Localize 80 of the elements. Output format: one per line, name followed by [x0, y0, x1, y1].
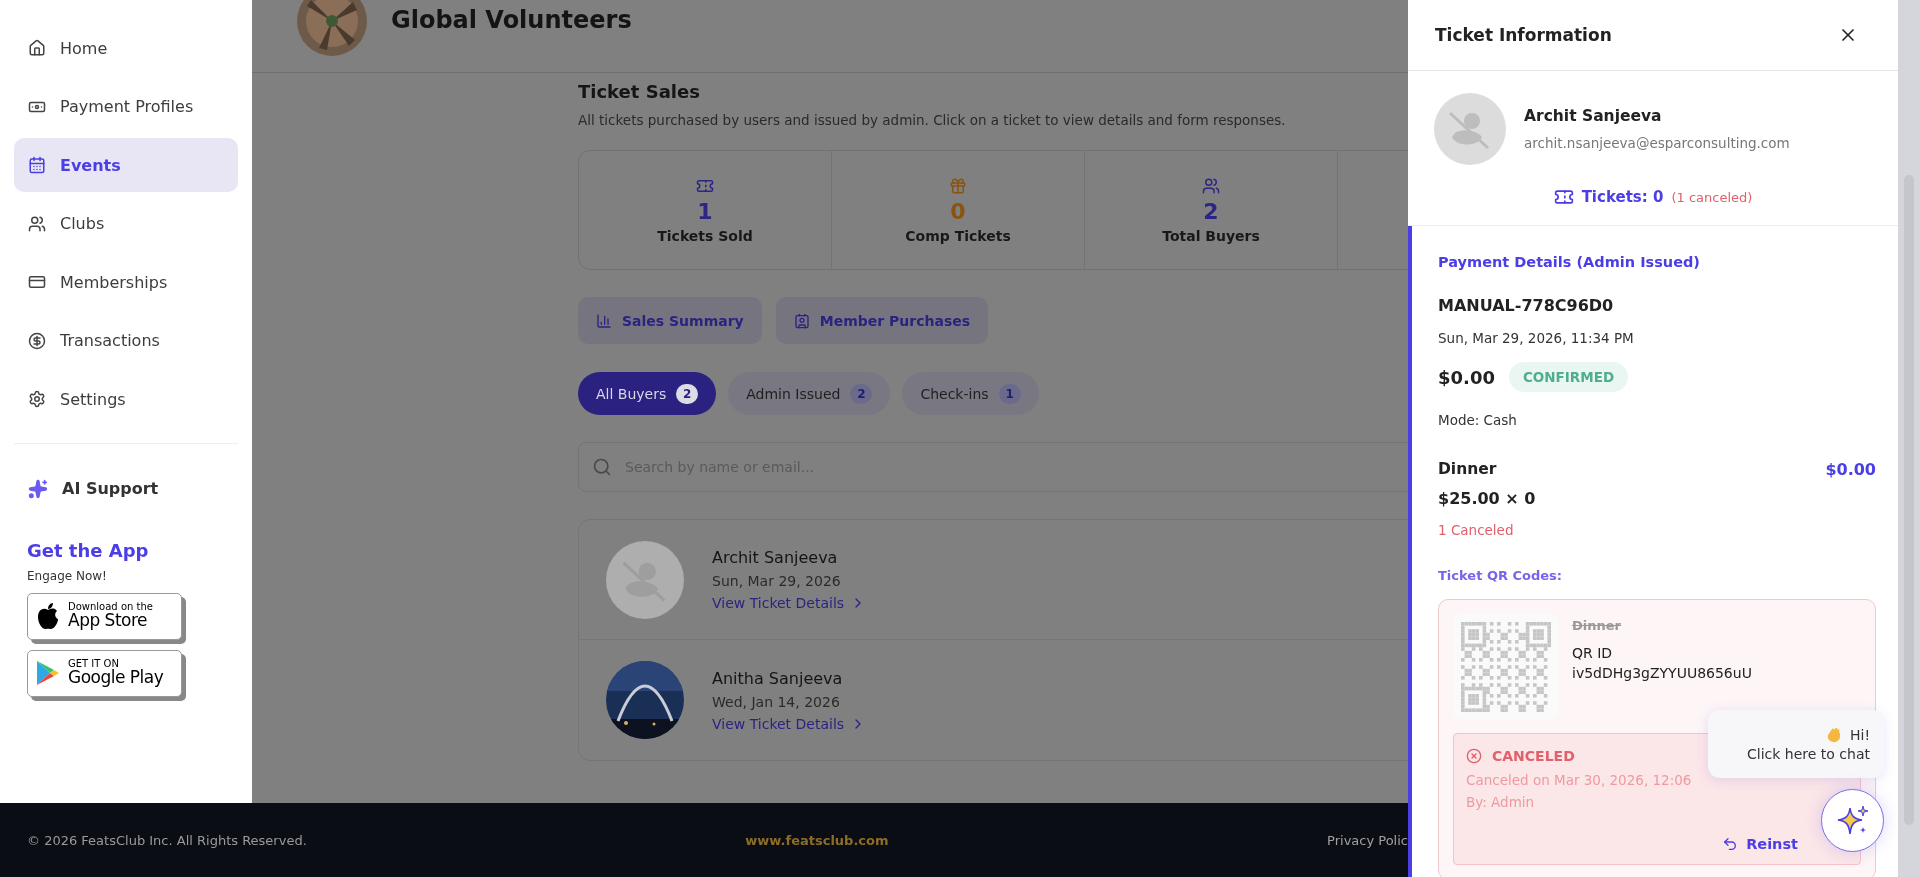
nav-item[interactable]: Settings — [14, 372, 238, 426]
drawer-title: Ticket Information — [1435, 25, 1612, 45]
app-promo-subtitle: Engage Now! — [27, 568, 108, 583]
calendar-icon — [28, 156, 46, 174]
dollar-icon — [28, 331, 46, 350]
search-icon — [592, 457, 612, 477]
app-promo-title: Get the App — [27, 539, 150, 561]
section-description: All tickets purchased by users and issued by admin. Click on a ticket to view details and form responses. — [578, 112, 1287, 128]
payment-heading: Payment Details (Admin Issued) — [1438, 254, 1701, 270]
qr-item-name: Dinner — [1572, 618, 1622, 633]
copyright-text: © 2026 FeatsClub Inc. All Rights Reserved. — [27, 832, 307, 848]
people-icon — [1202, 176, 1220, 195]
status-badge: CONFIRMED — [1508, 362, 1629, 392]
stat-label: Total Buyers — [1162, 227, 1260, 244]
stat-label: Comp Tickets — [905, 227, 1011, 244]
qr-heading: Ticket QR Codes: — [1438, 568, 1563, 583]
payment-amount: $0.00 — [1438, 366, 1495, 388]
buyer-name: Anitha Sanjeeva — [712, 668, 844, 688]
store-badge-caption: Download on the — [68, 601, 153, 613]
nav-item[interactable]: Payment Profiles — [14, 79, 238, 134]
club-title: Global Volunteers — [391, 5, 632, 34]
people-icon — [28, 214, 46, 233]
user-name: Archit Sanjeeva — [1524, 107, 1663, 125]
qr-id-label: QR ID — [1572, 645, 1614, 661]
settings-icon — [28, 390, 46, 408]
play-triangle-icon — [36, 660, 60, 686]
stat-value: 0 — [950, 198, 966, 224]
payment-mode: Mode: Cash — [1438, 412, 1518, 428]
chat-greeting: Hi! — [1849, 727, 1870, 743]
canceled-title: CANCELED — [1492, 748, 1575, 764]
bar-chart-icon — [596, 312, 612, 329]
return-arrow-icon — [1722, 836, 1739, 852]
filter-tab[interactable]: Check-ins 1 — [902, 372, 1039, 415]
ai-support-item[interactable]: AI Support — [14, 461, 238, 516]
nav-item[interactable]: Memberships — [14, 255, 238, 309]
reinstate-button[interactable]: Reinst — [1722, 836, 1798, 852]
store-badge-name: App Store — [68, 612, 149, 631]
tickets-count: Tickets: 0 — [1581, 188, 1664, 206]
buyer-date: Sun, Mar 29, 2026 — [712, 573, 842, 589]
item-name: Dinner — [1438, 460, 1497, 479]
apple-icon — [36, 602, 60, 630]
count-badge: 2 — [676, 383, 699, 404]
home-icon — [28, 39, 46, 57]
item-canceled-note: 1 Canceled — [1438, 522, 1515, 538]
privacy-link[interactable]: Privacy Polic — [1327, 832, 1408, 848]
filter-tab[interactable]: All Buyers 2 — [578, 372, 717, 415]
stat-value: 2 — [1203, 198, 1219, 224]
gift-icon — [949, 176, 967, 195]
nav-item[interactable]: Events — [14, 138, 238, 192]
website-link[interactable]: www.featsclub.com — [745, 832, 889, 848]
avatar-placeholder — [1434, 93, 1506, 165]
section-title: Ticket Sales — [578, 81, 701, 102]
nav-item[interactable]: Home — [14, 21, 238, 75]
qr-id: iv5dDHg3gZYYUU8656uU — [1572, 665, 1752, 681]
canceled-date: Canceled on Mar 30, 2026, 12:06 — [1466, 772, 1692, 788]
canceled-by: By: Admin — [1466, 794, 1535, 810]
item-price: $25.00 × 0 — [1438, 489, 1537, 508]
chat-bubble[interactable]: Hi! Click here to chat — [1708, 710, 1884, 778]
buyer-date: Wed, Jan 14, 2026 — [712, 693, 841, 710]
nav-item[interactable]: Transactions — [14, 313, 238, 368]
x-circle-icon — [1466, 748, 1482, 764]
store-badge-caption: GET IT ON — [68, 658, 120, 669]
ticket-icon — [1553, 187, 1574, 207]
item-total: $0.00 — [1825, 460, 1876, 479]
sparkle-icon — [28, 478, 48, 499]
buyer-name: Archit Sanjeeva — [712, 548, 839, 567]
card-icon — [28, 273, 46, 291]
stat-value: 1 — [697, 198, 713, 224]
nav-item[interactable]: Clubs — [14, 196, 238, 251]
store-badge-name: Google Play — [68, 669, 164, 688]
id-card-icon — [793, 312, 810, 329]
count-badge: 1 — [998, 383, 1021, 404]
payment-date: Sun, Mar 29, 2026, 11:34 PM — [1438, 330, 1635, 346]
filter-tab[interactable]: Admin Issued 2 — [728, 372, 891, 415]
canceled-count: (1 canceled) — [1671, 189, 1753, 205]
user-email: archit.nsanjeeva@esparconsulting.com — [1524, 135, 1790, 151]
payment-reference: MANUAL-778C96D0 — [1438, 296, 1615, 315]
count-badge: 2 — [850, 383, 873, 404]
stat-label: Tickets Sold — [657, 227, 753, 244]
chat-prompt: Click here to chat — [1747, 746, 1870, 762]
